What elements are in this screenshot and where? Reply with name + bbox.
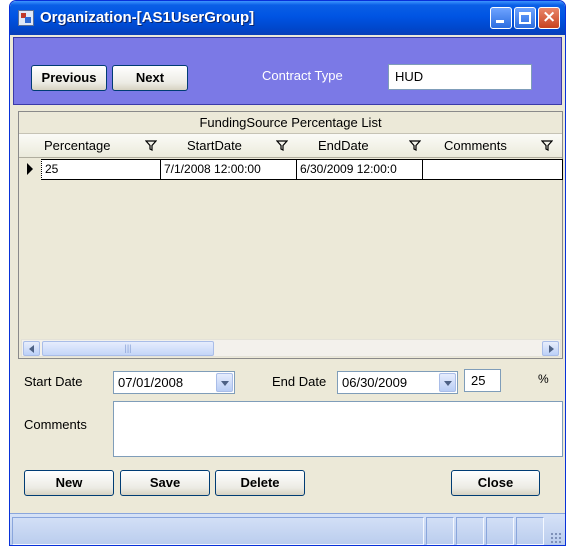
close-button[interactable]: Close [451,470,540,496]
new-button[interactable]: New [24,470,114,496]
table-row[interactable]: 25 7/1/2008 12:00:00 6/30/2009 12:00:0 [19,159,563,180]
chevron-left-icon [29,345,34,353]
row-pointer-icon [27,163,33,175]
delete-button[interactable]: Delete [215,470,305,496]
close-window-button[interactable]: × [538,7,560,29]
close-icon: × [542,7,557,27]
filter-icon[interactable] [145,140,157,151]
cell-startdate[interactable]: 7/1/2008 12:00:00 [161,159,297,180]
status-pane [486,517,514,545]
column-header-startdate[interactable]: StartDate [187,134,242,158]
chevron-right-icon [549,345,554,353]
end-date-label: End Date [272,374,327,389]
grid-caption: FundingSource Percentage List [19,112,562,134]
filter-icon[interactable] [409,140,421,151]
filter-icon[interactable] [276,140,288,151]
title-bar[interactable]: Organization-[AS1UserGroup] × [10,1,565,35]
resize-grip-icon[interactable] [550,532,562,544]
save-button[interactable]: Save [120,470,210,496]
maximize-icon [519,12,531,24]
column-header-enddate[interactable]: EndDate [318,134,369,158]
funding-source-grid: FundingSource Percentage List Percentage… [18,111,563,359]
minimize-button[interactable] [490,7,512,29]
navigation-panel: Previous Next Contract Type HUD [13,37,562,105]
filter-icon[interactable] [541,140,553,151]
cell-percentage[interactable]: 25 [41,159,161,180]
minimize-icon [496,20,504,23]
next-button[interactable]: Next [112,65,188,91]
app-icon[interactable] [18,10,34,26]
start-date-dropdown-button[interactable] [216,373,233,392]
column-header-comments[interactable]: Comments [444,134,507,158]
status-pane [426,517,454,545]
end-date-dropdown-button[interactable] [439,373,456,392]
status-bar [10,513,565,545]
start-date-value: 07/01/2008 [118,375,184,390]
window-title: Organization-[AS1UserGroup] [40,9,255,26]
cell-comments[interactable] [423,159,563,180]
percentage-input[interactable]: 25 [464,369,501,392]
scroll-right-button[interactable] [542,341,559,356]
scroll-thumb[interactable]: ||| [42,341,214,356]
comments-textarea[interactable] [113,401,563,457]
maximize-button[interactable] [514,7,536,29]
status-pane [456,517,484,545]
horizontal-scrollbar[interactable]: ||| [21,339,561,357]
contract-type-field[interactable]: HUD [388,64,532,90]
scroll-left-button[interactable] [23,341,40,356]
previous-button[interactable]: Previous [31,65,107,91]
column-header-percentage[interactable]: Percentage [44,134,111,158]
organization-window: Organization-[AS1UserGroup] × Previous N… [9,0,566,546]
status-pane [516,517,544,545]
chevron-down-icon [444,381,452,386]
cell-enddate[interactable]: 6/30/2009 12:00:0 [297,159,423,180]
end-date-value: 06/30/2009 [342,375,408,390]
comments-label: Comments [24,417,87,432]
row-selector[interactable] [19,159,41,180]
start-date-picker[interactable]: 07/01/2008 [113,371,235,394]
grid-header: Percentage StartDate EndDate Comments [19,134,562,158]
percent-sign: % [538,372,549,386]
chevron-down-icon [221,381,229,386]
status-pane-main [12,517,424,545]
start-date-label: Start Date [24,374,83,389]
end-date-picker[interactable]: 06/30/2009 [337,371,458,394]
contract-type-label: Contract Type [262,68,343,83]
